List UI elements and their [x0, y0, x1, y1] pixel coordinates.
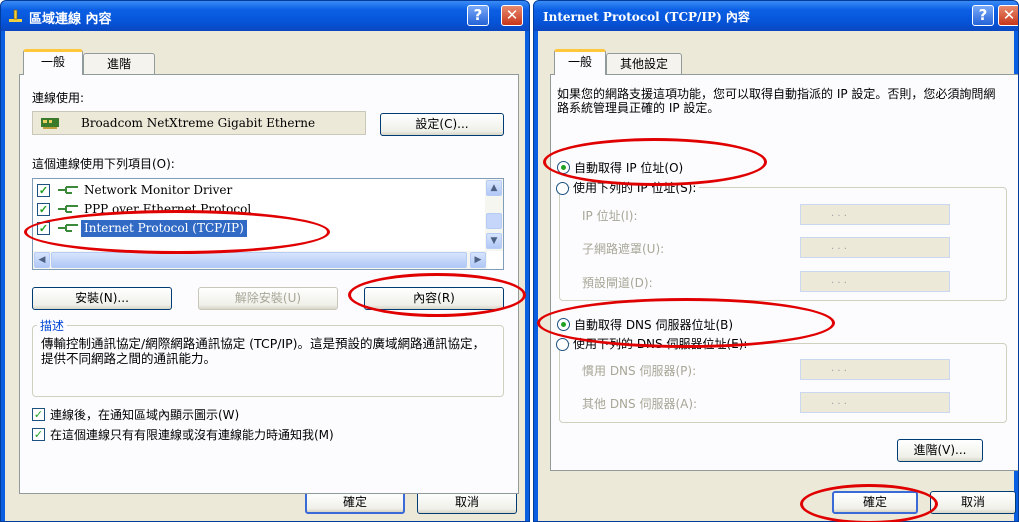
- alternate-dns-label: 其他 DNS 伺服器(A):: [582, 397, 698, 411]
- auto-ip-radio[interactable]: [557, 161, 570, 174]
- protocol-icon: [58, 224, 78, 232]
- description-title: 描述: [37, 317, 68, 334]
- show-icon-label: 連線後，在通知區域內顯示圖示(W): [50, 408, 240, 422]
- scroll-thumb[interactable]: [51, 252, 467, 268]
- title-bar[interactable]: Internet Protocol (TCP/IP) 內容 ? ✕: [534, 1, 1018, 31]
- scroll-down-icon[interactable]: ▼: [486, 233, 502, 249]
- advanced-button[interactable]: 進階(V)...: [897, 439, 983, 462]
- components-list[interactable]: ✓ Network Monitor Driver ✓ PPP over Ethe…: [32, 178, 504, 270]
- item-checkbox[interactable]: ✓: [37, 184, 50, 197]
- subnet-mask-field[interactable]: . . .: [800, 237, 950, 258]
- close-button[interactable]: ✕: [501, 5, 523, 26]
- item-label: Internet Protocol (TCP/IP): [81, 220, 247, 237]
- connect-using-label: 連線使用:: [32, 91, 85, 105]
- dialog-client-area: 一般 其他設定 如果您的網路支援這項功能，您可以取得自動指派的 IP 設定。否則…: [538, 31, 1018, 521]
- manual-dns-radio[interactable]: [556, 338, 569, 351]
- manual-ip-label: 使用下列的 IP 位址(S):: [570, 179, 700, 196]
- subnet-mask-label: 子網路遮罩(U):: [582, 242, 665, 256]
- window-title: 區域連線 內容: [29, 12, 112, 27]
- description-group: 描述 傳輸控制通訊協定/網際網路通訊協定 (TCP/IP)。這是預設的廣域網路通…: [32, 317, 504, 397]
- alternate-dns-field[interactable]: . . .: [800, 392, 950, 413]
- configure-button[interactable]: 設定(C)...: [380, 113, 504, 136]
- vertical-scrollbar[interactable]: ▲ ▼: [485, 179, 503, 251]
- scroll-up-icon[interactable]: ▲: [486, 180, 502, 196]
- preferred-dns-field[interactable]: . . .: [800, 359, 950, 380]
- auto-ip-label: 自動取得 IP 位址(O): [574, 161, 684, 175]
- scroll-left-icon[interactable]: ◀: [34, 252, 50, 268]
- horizontal-scrollbar[interactable]: ◀ ▶: [33, 251, 487, 269]
- network-connection-icon: [9, 9, 22, 22]
- adapter-name: Broadcom NetXtreme Gigabit Etherne: [81, 116, 316, 130]
- ok-button[interactable]: 確定: [832, 491, 918, 514]
- ip-address-field[interactable]: . . .: [800, 204, 950, 225]
- auto-dns-label: 自動取得 DNS 伺服器位址(B): [574, 318, 734, 332]
- close-button[interactable]: ✕: [998, 5, 1018, 26]
- description-text: 傳輸控制通訊協定/網際網路通訊協定 (TCP/IP)。這是預設的廣域網路通訊協定…: [41, 336, 486, 366]
- properties-button[interactable]: 內容(R): [364, 287, 504, 310]
- item-label: PPP over Ethernet Protocol: [84, 202, 252, 216]
- manual-dns-label: 使用下列的 DNS 伺服器位址(E):: [570, 335, 751, 352]
- help-button[interactable]: ?: [972, 5, 994, 26]
- notify-label: 在這個連線只有有限連線或沒有連線能力時通知我(M): [50, 428, 334, 442]
- default-gateway-field[interactable]: . . .: [800, 271, 950, 292]
- window-title: Internet Protocol (TCP/IP) 內容: [543, 10, 750, 24]
- tcpip-properties-window: Internet Protocol (TCP/IP) 內容 ? ✕ 一般 其他設…: [533, 0, 1019, 522]
- uninstall-button[interactable]: 解除安裝(U): [198, 287, 338, 310]
- adapter-box: Broadcom NetXtreme Gigabit Etherne: [32, 111, 366, 135]
- preferred-dns-label: 慣用 DNS 伺服器(P):: [582, 364, 697, 378]
- show-icon-checkbox[interactable]: ✓: [32, 408, 45, 421]
- field-dots: . . .: [831, 208, 847, 219]
- ip-address-group: 使用下列的 IP 位址(S): IP 位址(I): . . . 子網路遮罩(U)…: [556, 179, 1007, 301]
- item-checkbox[interactable]: ✓: [37, 203, 50, 216]
- tab-alternate-configuration[interactable]: 其他設定: [606, 53, 682, 75]
- intro-text: 如果您的網路支援這項功能，您可以取得自動指派的 IP 設定。否則，您必須詢問網路…: [557, 87, 996, 115]
- field-dots: . . .: [831, 241, 847, 252]
- manual-ip-radio[interactable]: [556, 182, 569, 195]
- cancel-button[interactable]: 取消: [930, 491, 1016, 514]
- title-bar[interactable]: 區域連線 內容 ? ✕: [1, 1, 529, 31]
- items-label: 這個連線使用下列項目(O):: [32, 157, 175, 171]
- cancel-button[interactable]: 取消: [417, 491, 517, 514]
- tab-general[interactable]: 一般: [554, 49, 606, 75]
- dns-server-group: 使用下列的 DNS 伺服器位址(E): 慣用 DNS 伺服器(P): . . .…: [556, 335, 1007, 423]
- auto-dns-radio[interactable]: [557, 318, 570, 331]
- install-button[interactable]: 安裝(N)...: [32, 287, 172, 310]
- item-checkbox[interactable]: ✓: [37, 222, 50, 235]
- tab-general[interactable]: 一般: [23, 49, 83, 75]
- scroll-right-icon[interactable]: ▶: [470, 252, 486, 268]
- tab-panel: 連線使用: Broadcom NetXtreme Gigabit Etherne…: [19, 74, 519, 494]
- help-button[interactable]: ?: [467, 5, 489, 26]
- ip-address-label: IP 位址(I):: [582, 209, 638, 223]
- dialog-client-area: 一般 進階 連線使用: Broadcom NetXtreme Gigabit E…: [5, 31, 525, 521]
- field-dots: . . .: [831, 363, 847, 374]
- local-area-connection-properties-window: 區域連線 內容 ? ✕ 一般 進階 連線使用: Broadcom NetXtre…: [0, 0, 530, 522]
- default-gateway-label: 預設閘道(D):: [582, 276, 653, 290]
- item-label: Network Monitor Driver: [84, 183, 233, 197]
- protocol-icon: [58, 186, 78, 194]
- scroll-thumb[interactable]: [486, 213, 502, 229]
- notify-checkbox[interactable]: ✓: [32, 428, 45, 441]
- field-dots: . . .: [831, 275, 847, 286]
- tab-advanced[interactable]: 進階: [83, 53, 155, 75]
- ok-button[interactable]: 確定: [305, 491, 405, 514]
- network-adapter-icon: [41, 118, 59, 129]
- protocol-icon: [58, 205, 78, 213]
- field-dots: . . .: [831, 396, 847, 407]
- tab-panel: 如果您的網路支援這項功能，您可以取得自動指派的 IP 設定。否則，您必須詢問網路…: [550, 74, 1018, 471]
